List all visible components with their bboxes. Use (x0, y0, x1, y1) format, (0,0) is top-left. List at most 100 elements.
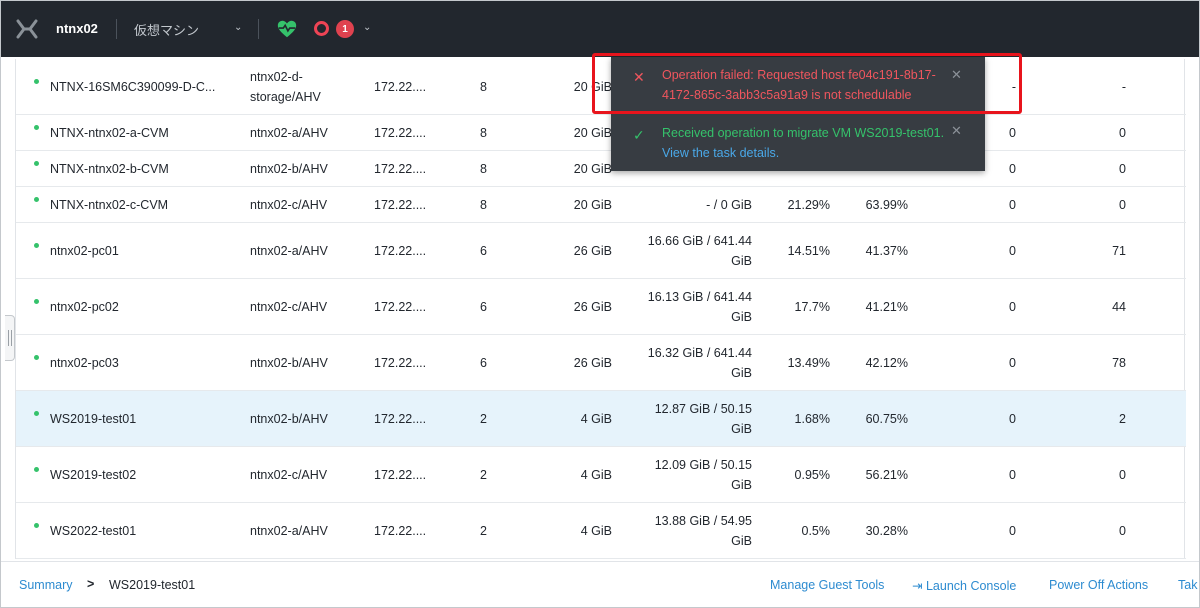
vm-name-cell[interactable]: NTNX-16SM6C390099-D-C... (50, 59, 240, 114)
app-frame: ntnx02 仮想マシン ⌄ 1 ⌄ NTNX-16SM6C390099-D-C… (0, 0, 1200, 608)
table-row[interactable]: WS2022-test01 ntnx02-a/AHV 172.22.... 2 4 Gi… (16, 503, 1186, 559)
latency-cell: 78 (1112, 355, 1126, 370)
latency-cell: 2 (1119, 411, 1126, 426)
memory-cell: 26 GiB (573, 355, 612, 370)
host-name-cell: ntnx02-a/AHV (250, 523, 328, 538)
iops-cell: 0 (1009, 355, 1016, 370)
vm-table: NTNX-16SM6C390099-D-C... ntnx02-d-storage… (15, 59, 1186, 559)
table-row[interactable]: NTNX-ntnx02-a-CVM ntnx02-a/AHV 172.22.... 8… (16, 115, 1186, 151)
status-dot-icon (34, 197, 39, 202)
cores-cell: 6 (480, 299, 487, 314)
latency-cell: - (1121, 79, 1126, 94)
vm-name-cell[interactable]: ntnx02-pc01 (50, 223, 240, 278)
nutanix-x-logo-icon[interactable] (15, 17, 39, 41)
action-footer: Summary > WS2019-test01 Manage Guest Too… (1, 561, 1199, 607)
status-dot-icon (34, 161, 39, 166)
vm-name-cell[interactable]: WS2019-test02 (50, 447, 240, 502)
notification-success-message: Received operation to migrate VM WS2019-… (662, 126, 945, 140)
vm-name-cell[interactable]: ntnx02-pc02 (50, 279, 240, 334)
storage-cell: 13.88 GiB / 54.95 GiB (654, 513, 752, 548)
alert-ring-icon[interactable] (314, 21, 329, 36)
status-dot-icon (34, 125, 39, 130)
memory-cell: 20 GiB (573, 125, 612, 140)
entity-selector[interactable]: 仮想マシン (134, 20, 199, 39)
iops-cell: 0 (1009, 523, 1016, 538)
breadcrumb-current: WS2019-test01 (109, 578, 196, 592)
topbar-divider (116, 19, 117, 39)
chevron-down-icon[interactable]: ⌄ (363, 22, 371, 33)
iops-cell: 0 (1009, 299, 1016, 314)
vm-name-cell[interactable]: WS2022-test01 (50, 503, 240, 558)
memory-cell: 4 GiB (580, 411, 612, 426)
table-row[interactable]: ntnx02-pc01 ntnx02-a/AHV 172.22.... 6 26 GiB… (16, 223, 1186, 279)
host-name-cell: ntnx02-b/AHV (250, 355, 328, 370)
vm-name-cell[interactable]: NTNX-ntnx02-a-CVM (50, 115, 240, 150)
memory-cell: 26 GiB (573, 299, 612, 314)
ip-address-cell: 172.22.... (374, 411, 427, 426)
breadcrumb-summary-link[interactable]: Summary (19, 578, 72, 592)
table-row[interactable]: WS2019-test01 ntnx02-b/AHV 172.22.... 2 4 Gi… (16, 391, 1186, 447)
cores-cell: 2 (480, 467, 487, 482)
memory-usage-cell: 30.28% (865, 523, 908, 538)
ip-address-cell: 172.22.... (374, 467, 427, 482)
latency-cell: 71 (1112, 243, 1126, 258)
cluster-name[interactable]: ntnx02 (56, 21, 98, 36)
table-row[interactable]: WS2019-test02 ntnx02-c/AHV 172.22.... 2 4 Gi… (16, 447, 1186, 503)
latency-cell: 0 (1119, 125, 1126, 140)
table-row[interactable]: ntnx02-pc02 ntnx02-c/AHV 172.22.... 6 26 GiB… (16, 279, 1186, 335)
close-icon[interactable]: ✕ (951, 123, 962, 139)
panel-resize-handle[interactable] (5, 315, 15, 361)
vm-name-cell[interactable]: ntnx02-pc03 (50, 335, 240, 390)
cores-cell: 8 (480, 125, 487, 140)
view-task-details-link[interactable]: View the task details. (662, 143, 952, 163)
latency-cell: 44 (1112, 299, 1126, 314)
take-snapshot-link[interactable]: Tak (1178, 578, 1197, 592)
host-name-cell: ntnx02-c/AHV (250, 197, 328, 212)
storage-cell: 12.09 GiB / 50.15 GiB (654, 457, 752, 492)
host-name-cell: ntnx02-c/AHV (250, 467, 328, 482)
table-row[interactable]: NTNX-ntnx02-b-CVM ntnx02-b/AHV 172.22.... 8… (16, 151, 1186, 187)
chevron-down-icon[interactable]: ⌄ (234, 22, 242, 33)
status-dot-icon (34, 523, 39, 528)
ip-address-cell: 172.22.... (374, 243, 427, 258)
cores-cell: 6 (480, 243, 487, 258)
memory-usage-cell: 41.37% (865, 243, 908, 258)
host-name-cell: ntnx02-b/AHV (250, 411, 328, 426)
memory-usage-cell: 42.12% (865, 355, 908, 370)
cores-cell: 2 (480, 411, 487, 426)
ip-address-cell: 172.22.... (374, 355, 427, 370)
host-name-cell: ntnx02-a/AHV (250, 125, 328, 140)
vm-name-cell[interactable]: NTNX-ntnx02-c-CVM (50, 187, 240, 222)
memory-usage-cell: 63.99% (865, 197, 908, 212)
power-off-actions-link[interactable]: Power Off Actions (1049, 578, 1148, 592)
notification-success: ✓ Received operation to migrate VM WS201… (611, 123, 985, 167)
memory-usage-cell: 60.75% (865, 411, 908, 426)
table-row[interactable]: ntnx02-pc03 ntnx02-b/AHV 172.22.... 6 26 GiB… (16, 335, 1186, 391)
launch-console-label: Launch Console (925, 579, 1017, 593)
iops-cell: 0 (1009, 467, 1016, 482)
memory-cell: 26 GiB (573, 243, 612, 258)
vm-name-cell[interactable]: NTNX-ntnx02-b-CVM (50, 151, 240, 186)
iops-cell: 0 (1009, 125, 1016, 140)
vm-name-cell[interactable]: WS2019-test01 (50, 391, 240, 446)
launch-console-link[interactable]: ⇥ Launch Console (912, 578, 1016, 593)
cpu-usage-cell: 0.95% (794, 467, 830, 482)
host-name-cell: ntnx02-a/AHV (250, 243, 328, 258)
ip-address-cell: 172.22.... (374, 299, 427, 314)
iops-cell: 0 (1009, 161, 1016, 176)
cpu-usage-cell: 13.49% (787, 355, 830, 370)
cpu-usage-cell: 1.68% (794, 411, 830, 426)
iops-cell: 0 (1009, 243, 1016, 258)
top-bar: ntnx02 仮想マシン ⌄ 1 ⌄ (1, 1, 1199, 57)
heart-pulse-icon[interactable] (276, 18, 298, 40)
table-row[interactable]: NTNX-ntnx02-c-CVM ntnx02-c/AHV 172.22.... 8… (16, 187, 1186, 223)
alert-count-badge[interactable]: 1 (336, 20, 354, 38)
manage-guest-tools-link[interactable]: Manage Guest Tools (770, 578, 884, 592)
storage-cell: - / 0 GiB (706, 197, 752, 212)
ip-address-cell: 172.22.... (374, 523, 427, 538)
latency-cell: 0 (1119, 197, 1126, 212)
cores-cell: 8 (480, 197, 487, 212)
memory-cell: 4 GiB (580, 467, 612, 482)
latency-cell: 0 (1119, 467, 1126, 482)
check-icon: ✓ (633, 127, 645, 143)
